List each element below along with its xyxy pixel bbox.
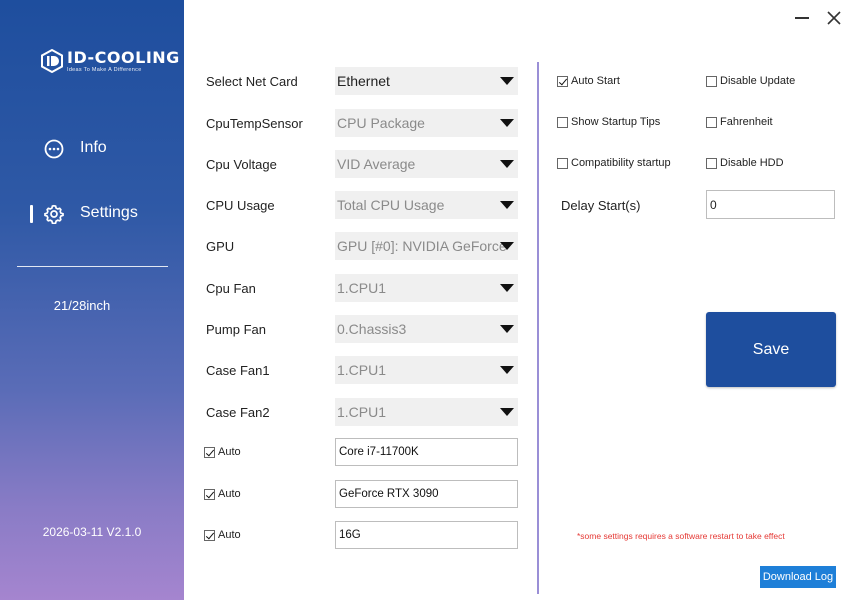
checkbox-label: Auto [218,488,241,500]
sidebar-item-info[interactable]: Info [0,131,184,167]
label-cpu-usage: CPU Usage [206,198,275,213]
cpu-usage-select[interactable]: Total CPU Usage [335,191,518,219]
download-log-button[interactable]: Download Log [760,566,836,588]
cpu-name-input[interactable]: Core i7-11700K [335,438,518,466]
checkbox-box[interactable] [557,157,568,169]
caret-down-icon [500,284,514,292]
checkbox-box[interactable] [557,116,568,128]
auto-start-checkbox[interactable]: Auto Start [557,75,620,87]
memory-input[interactable]: 16G [335,521,518,549]
cpu-voltage-select[interactable]: VID Average [335,150,518,178]
cpu-name-auto-checkbox[interactable]: Auto [204,446,241,458]
restart-warning: *some settings requires a software resta… [577,531,785,541]
disable-update-checkbox[interactable]: Disable Update [706,75,795,87]
case-fan1-select[interactable]: 1.CPU1 [335,356,518,384]
select-value: CPU Package [337,115,425,131]
checkbox-label: Auto [218,446,241,458]
select-value: 1.CPU1 [337,280,387,296]
caret-down-icon [500,242,514,250]
label-cpu-voltage: Cpu Voltage [206,157,277,172]
checkbox-box[interactable] [204,529,215,541]
logo-mark-icon [41,49,63,73]
delay-start-label: Delay Start(s) [561,198,641,213]
checkbox-label: Fahrenheit [720,116,773,128]
select-value: 1.CPU1 [337,362,387,378]
screen-size-label: 21/28inch [53,298,111,313]
checkbox-label: Compatibility startup [571,157,671,169]
gear-icon [44,204,64,224]
checkbox-box[interactable] [204,446,215,458]
active-indicator [30,205,33,223]
disable-hdd-checkbox[interactable]: Disable HDD [706,157,784,169]
caret-down-icon [500,366,514,374]
checkbox-box[interactable] [706,157,717,169]
checkbox-box[interactable] [204,488,215,500]
gpu-name-input[interactable]: GeForce RTX 3090 [335,480,518,508]
logo-tagline: Ideas To Make A Difference [67,67,142,73]
version-label: 2026-03-11 V2.1.0 [42,525,142,539]
dots-circle-icon [44,139,64,159]
sidebar-item-settings[interactable]: Settings [0,196,184,232]
caret-down-icon [500,325,514,333]
caret-down-icon [500,408,514,416]
panel-separator [537,62,539,594]
brand-logo: ID-COOLING Ideas To Make A Difference [40,47,179,77]
checkbox-box[interactable] [706,116,717,128]
checkbox-label: Auto Start [571,75,620,87]
caret-down-icon [500,77,514,85]
select-value: 0.Chassis3 [337,321,407,337]
label-gpu: GPU [206,239,235,254]
select-value: Total CPU Usage [337,197,445,213]
sidebar-item-label: Settings [80,204,138,221]
label-pump-fan: Pump Fan [206,322,266,337]
checkbox-label: Disable HDD [720,157,784,169]
checkbox-label: Auto [218,529,241,541]
net-card-select[interactable]: Ethernet [335,67,518,95]
cpu-fan-select[interactable]: 1.CPU1 [335,274,518,302]
label-case-fan2: Case Fan2 [206,405,270,420]
save-button[interactable]: Save [706,312,836,387]
case-fan2-select[interactable]: 1.CPU1 [335,398,518,426]
select-value: GPU [#0]: NVIDIA GeForce [337,238,507,254]
checkbox-box[interactable] [557,75,568,87]
checkbox-label: Disable Update [720,75,796,87]
memory-auto-checkbox[interactable]: Auto [204,529,241,541]
caret-down-icon [500,201,514,209]
sidebar-divider [17,266,168,267]
caret-down-icon [500,160,514,168]
checkbox-box[interactable] [706,75,717,87]
logo-text: ID-COOLING [67,48,180,67]
select-value: VID Average [337,156,416,172]
sidebar: ID-COOLING Ideas To Make A Difference In… [0,0,184,600]
show-startup-tips-checkbox[interactable]: Show Startup Tips [557,116,660,128]
minimize-button[interactable] [795,17,809,19]
label-case-fan1: Case Fan1 [206,363,270,378]
delay-start-input[interactable]: 0 [706,190,835,219]
compatibility-startup-checkbox[interactable]: Compatibility startup [557,157,671,169]
checkbox-label: Show Startup Tips [571,116,661,128]
label-cpu-fan: Cpu Fan [206,281,256,296]
gpu-name-auto-checkbox[interactable]: Auto [204,488,241,500]
close-icon[interactable] [826,10,842,26]
pump-fan-select[interactable]: 0.Chassis3 [335,315,518,343]
sidebar-item-label: Info [80,139,107,156]
gpu-select[interactable]: GPU [#0]: NVIDIA GeForce [335,232,518,260]
fahrenheit-checkbox[interactable]: Fahrenheit [706,116,773,128]
label-cpu-temp-sensor: CpuTempSensor [206,116,303,131]
select-value: Ethernet [337,73,390,89]
cpu-temp-sensor-select[interactable]: CPU Package [335,109,518,137]
caret-down-icon [500,119,514,127]
select-value: 1.CPU1 [337,404,387,420]
label-net-card: Select Net Card [206,74,298,89]
